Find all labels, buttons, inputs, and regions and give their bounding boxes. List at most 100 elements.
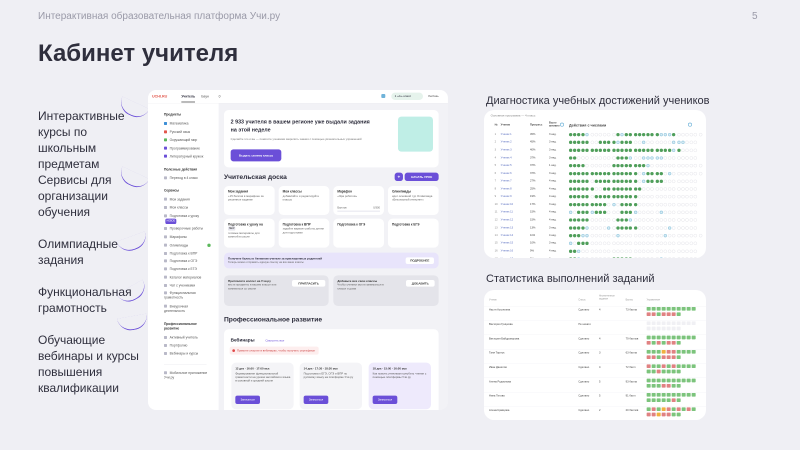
exercise-cell[interactable] — [656, 306, 661, 311]
student-name[interactable]: Ученик 3 — [501, 148, 512, 151]
exercise-cell[interactable] — [686, 364, 691, 368]
sidebar-item-mobile[interactable]: Мобильное приложение Учи.ру — [163, 371, 207, 380]
exercise-cell[interactable] — [651, 306, 656, 311]
settings-icon[interactable] — [559, 122, 564, 127]
exercise-cell[interactable] — [671, 369, 676, 374]
exercise-cell[interactable] — [676, 378, 681, 383]
student-name[interactable]: Ученик 5 — [501, 164, 512, 167]
student-name[interactable]: Ученик 8 — [501, 187, 512, 190]
exercise-cell[interactable] — [666, 340, 671, 345]
student-name[interactable]: Ученик 11 — [501, 210, 513, 213]
student-name[interactable]: Ученик 10 — [501, 203, 513, 206]
sidebar-item-service[interactable]: Подготовка к ЕГЭ — [163, 267, 197, 271]
table-row[interactable]: 15 Ученик 15 10% 3 нед. — [484, 241, 706, 248]
exercise-cell[interactable] — [686, 306, 691, 311]
exercise-cell[interactable] — [661, 349, 666, 354]
exercise-cell[interactable] — [681, 407, 686, 411]
sidebar-item-service[interactable]: Подготовка к ВПР — [163, 251, 197, 256]
exercise-cell[interactable] — [646, 398, 651, 402]
sidebar-item-subject[interactable]: Русский язык — [163, 130, 190, 134]
sidebar-item-service[interactable]: Каталог материалов — [163, 275, 201, 279]
board-card[interactable]: Олимпиады идет основной тур Олимпиада «Бе… — [387, 185, 439, 215]
exercise-cell[interactable] — [671, 412, 676, 417]
exercise-cell[interactable] — [671, 312, 676, 316]
sidebar-item-service[interactable]: Мои классы — [163, 205, 188, 210]
exercise-cell[interactable] — [691, 349, 696, 354]
exercise-cell[interactable] — [661, 306, 666, 311]
tab-teacher[interactable]: Учитель — [181, 95, 196, 103]
exercise-cell[interactable] — [646, 383, 651, 388]
exercise-cell[interactable] — [646, 340, 651, 345]
exercise-cell[interactable] — [666, 306, 671, 311]
sidebar-item-service[interactable]: Подготовка к ОГЭ — [163, 259, 197, 263]
exercise-cell[interactable] — [656, 398, 661, 402]
exercise-cell[interactable] — [676, 383, 681, 388]
exercise-cell[interactable] — [661, 340, 666, 345]
sidebar-item-subject[interactable]: Математика — [163, 121, 188, 126]
settings-icon[interactable] — [687, 122, 692, 127]
exercise-cell[interactable] — [671, 398, 676, 402]
invite-button[interactable]: ПРИГЛАСИТЬ — [291, 279, 326, 287]
exercise-cell[interactable] — [661, 312, 666, 316]
exercise-cell[interactable] — [656, 321, 661, 325]
exercise-cell[interactable] — [666, 412, 671, 417]
exercise-cell[interactable] — [651, 312, 656, 316]
exercise-cell[interactable] — [651, 369, 656, 374]
exercise-cell[interactable] — [671, 378, 676, 383]
exercise-cell[interactable] — [651, 340, 656, 345]
exercise-cell[interactable] — [651, 355, 656, 359]
exercise-cell[interactable] — [651, 326, 656, 331]
student-name[interactable]: Ученик 6 — [501, 171, 512, 174]
exercise-cell[interactable] — [676, 364, 681, 368]
sidebar-item-subject[interactable]: Литературный кружок — [163, 154, 203, 158]
exercise-cell[interactable] — [661, 369, 666, 374]
exercise-cell[interactable] — [661, 355, 666, 359]
sidebar-item-service[interactable]: Подготовка к урокуНОВОЕ — [163, 214, 201, 224]
student-name[interactable]: Ученик 7 — [501, 179, 512, 182]
student-name[interactable]: Ученик 9 — [501, 195, 512, 198]
exercise-cell[interactable] — [686, 321, 691, 325]
user-menu[interactable]: Любовь — [428, 94, 439, 97]
board-card[interactable]: Подготовка к ОГЭ — [333, 218, 384, 248]
table-row[interactable]: Иван Данилов Сделано 4 72 балл — [484, 363, 706, 376]
board-card[interactable]: Подготовка к ЕГЭ — [387, 218, 439, 248]
exercise-cell[interactable] — [676, 326, 681, 331]
table-row[interactable]: Нина Титова Сделано 5 91 балл — [484, 391, 706, 405]
sidebar-item-service[interactable]: Марафоны — [163, 235, 187, 239]
table-row[interactable]: 6 Ученик 6 37% 3 нед. — [484, 171, 706, 178]
exercise-cell[interactable] — [681, 392, 686, 397]
exercise-cell[interactable] — [666, 364, 671, 368]
exercise-cell[interactable] — [691, 407, 696, 411]
exercise-cell[interactable] — [671, 340, 676, 345]
board-card[interactable]: Мои классы добавляйте и редактируйте клас… — [278, 185, 330, 215]
exercise-cell[interactable] — [691, 378, 696, 383]
exercise-cell[interactable] — [656, 369, 661, 374]
exercise-cell[interactable] — [676, 392, 681, 397]
exercise-cell[interactable] — [651, 407, 656, 411]
exercise-cell[interactable] — [691, 306, 696, 311]
student-name[interactable]: Ученик 14 — [501, 234, 513, 237]
sidebar-item-service[interactable]: Чат с учениками — [163, 283, 195, 288]
table-row[interactable]: 5 Ученик 5 37% 1 нед. — [484, 163, 706, 170]
exercise-cell[interactable] — [671, 326, 676, 331]
sidebar-item-subject[interactable]: Программирование — [163, 146, 200, 150]
exercise-cell[interactable] — [681, 335, 686, 340]
exercise-cell[interactable] — [646, 326, 651, 331]
exercise-cell[interactable] — [656, 364, 661, 368]
exercise-cell[interactable] — [666, 355, 671, 359]
exercise-cell[interactable] — [676, 312, 681, 316]
exercise-cell[interactable] — [661, 383, 666, 388]
exercise-cell[interactable] — [686, 392, 691, 397]
sidebar-item-service[interactable]: Внеурочная деятельность — [163, 304, 201, 313]
exercise-cell[interactable] — [681, 364, 686, 368]
student-name[interactable]: Ученик 4 — [501, 156, 512, 159]
exercise-cell[interactable] — [656, 378, 661, 383]
exercise-cell[interactable] — [671, 321, 676, 325]
exercise-cell[interactable] — [656, 312, 661, 316]
board-card[interactable]: Мои задания +15 баллов в марафоне за реше… — [223, 185, 275, 215]
exercise-cell[interactable] — [651, 349, 656, 354]
exercise-cell[interactable] — [671, 383, 676, 388]
board-card[interactable]: Подготовка к ВПР задайте вариант работы д… — [278, 218, 330, 248]
table-row[interactable]: Таня Тартюк Сделано 3 63 балла — [484, 348, 706, 362]
table-row[interactable]: 3 Ученик 3 40% 3 нед. — [484, 148, 706, 155]
